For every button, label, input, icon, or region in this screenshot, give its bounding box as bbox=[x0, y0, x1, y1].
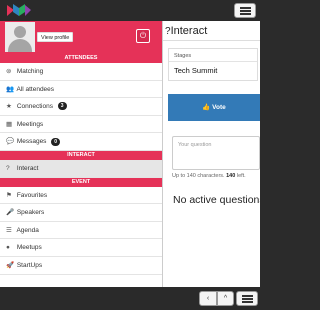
section-event: EVENT bbox=[0, 177, 162, 187]
avatar[interactable] bbox=[5, 22, 35, 52]
logout-button[interactable]: ⏻ bbox=[136, 29, 150, 43]
sidebar-item-meetings[interactable]: ▦ Meetings bbox=[0, 115, 162, 134]
sidebar-item-label: All attendees bbox=[16, 85, 55, 93]
stages-select[interactable]: Stages Tech Summit bbox=[168, 48, 258, 81]
sidebar-item-connections[interactable]: ★ Connections 3 bbox=[0, 98, 162, 116]
microphone-icon: 🎤 bbox=[6, 209, 15, 217]
question-input[interactable]: Your question bbox=[172, 136, 260, 170]
side-navigation: View profile ⏻ ATTENDEES ⊚ Matching 👥 Al… bbox=[0, 21, 163, 287]
profile-header: View profile ⏻ bbox=[0, 21, 162, 54]
sidebar-item-favourites[interactable]: ⚑ Favourites bbox=[0, 186, 162, 205]
app-logo-icon[interactable] bbox=[6, 3, 32, 18]
sidebar-item-label: Matching bbox=[16, 68, 44, 75]
flag-icon: ⚑ bbox=[6, 191, 12, 199]
matching-icon: ⊚ bbox=[6, 68, 12, 75]
character-counter: Up to 140 characters. 140 left. bbox=[172, 173, 246, 179]
sidebar-item-messages[interactable]: 💬 Messages 0 bbox=[0, 133, 162, 151]
vote-button[interactable]: 👍 Vote bbox=[168, 94, 260, 121]
sidebar-item-label: Meetups bbox=[16, 244, 42, 252]
bottom-menu-button[interactable] bbox=[236, 291, 258, 306]
meetup-icon: ● bbox=[6, 244, 10, 252]
sidebar-item-speakers[interactable]: 🎤 Speakers bbox=[0, 204, 162, 222]
vote-label: Vote bbox=[212, 104, 226, 111]
sidebar-item-label: Messages bbox=[16, 138, 47, 146]
sidebar-item-interact[interactable]: ? Interact bbox=[0, 159, 162, 178]
page-title: ?Interact bbox=[163, 21, 260, 41]
back-button[interactable]: ‹ bbox=[199, 291, 217, 306]
sidebar-item-label: StartUps bbox=[16, 261, 43, 269]
section-interact: INTERACT bbox=[0, 150, 162, 160]
connections-count-badge: 3 bbox=[57, 102, 67, 111]
power-icon: ⏻ bbox=[139, 31, 147, 40]
star-icon: ★ bbox=[6, 103, 12, 111]
stage-selected-value: Tech Summit bbox=[174, 66, 218, 75]
page-title-text: Interact bbox=[170, 25, 208, 37]
stages-label: Stages bbox=[169, 49, 257, 62]
top-bar bbox=[0, 0, 260, 21]
sidebar-item-label: Connections bbox=[16, 103, 53, 111]
sidebar-item-label: Agenda bbox=[16, 226, 39, 234]
sidebar-item-agenda[interactable]: ☰ Agenda bbox=[0, 221, 162, 240]
sidebar-item-matching[interactable]: ⊚ Matching bbox=[0, 63, 162, 81]
hamburger-menu-button[interactable] bbox=[234, 3, 256, 18]
section-attendees: ATTENDEES bbox=[0, 54, 162, 63]
characters-left-count: 140 bbox=[226, 173, 236, 179]
sidebar-item-all-attendees[interactable]: 👥 All attendees bbox=[0, 80, 162, 99]
no-active-questions-message: No active questions bbox=[173, 194, 260, 206]
chat-icon: 💬 bbox=[6, 138, 15, 146]
sidebar-item-label: Favourites bbox=[16, 191, 48, 199]
messages-count-badge: 0 bbox=[51, 137, 61, 146]
sidebar-item-startups[interactable]: 🚀 StartUps bbox=[0, 256, 162, 275]
users-icon: 👥 bbox=[6, 85, 15, 93]
list-icon: ☰ bbox=[6, 226, 12, 234]
scroll-up-button[interactable]: ^ bbox=[217, 291, 234, 306]
thumbs-up-icon: 👍 bbox=[202, 104, 211, 111]
sidebar-item-label: Speakers bbox=[16, 209, 45, 217]
interact-panel: ?Interact Stages Tech Summit 👍 Vote Your… bbox=[163, 21, 260, 287]
calendar-icon: ▦ bbox=[6, 120, 13, 128]
sidebar-item-meetups[interactable]: ● Meetups bbox=[0, 239, 162, 257]
sidebar-item-label: Interact bbox=[16, 164, 39, 172]
rocket-icon: 🚀 bbox=[6, 261, 15, 269]
sidebar-item-label: Meetings bbox=[16, 120, 44, 128]
view-profile-button[interactable]: View profile bbox=[37, 32, 74, 42]
question-icon: ? bbox=[6, 164, 10, 172]
bottom-bar: ‹ ^ bbox=[0, 287, 260, 310]
